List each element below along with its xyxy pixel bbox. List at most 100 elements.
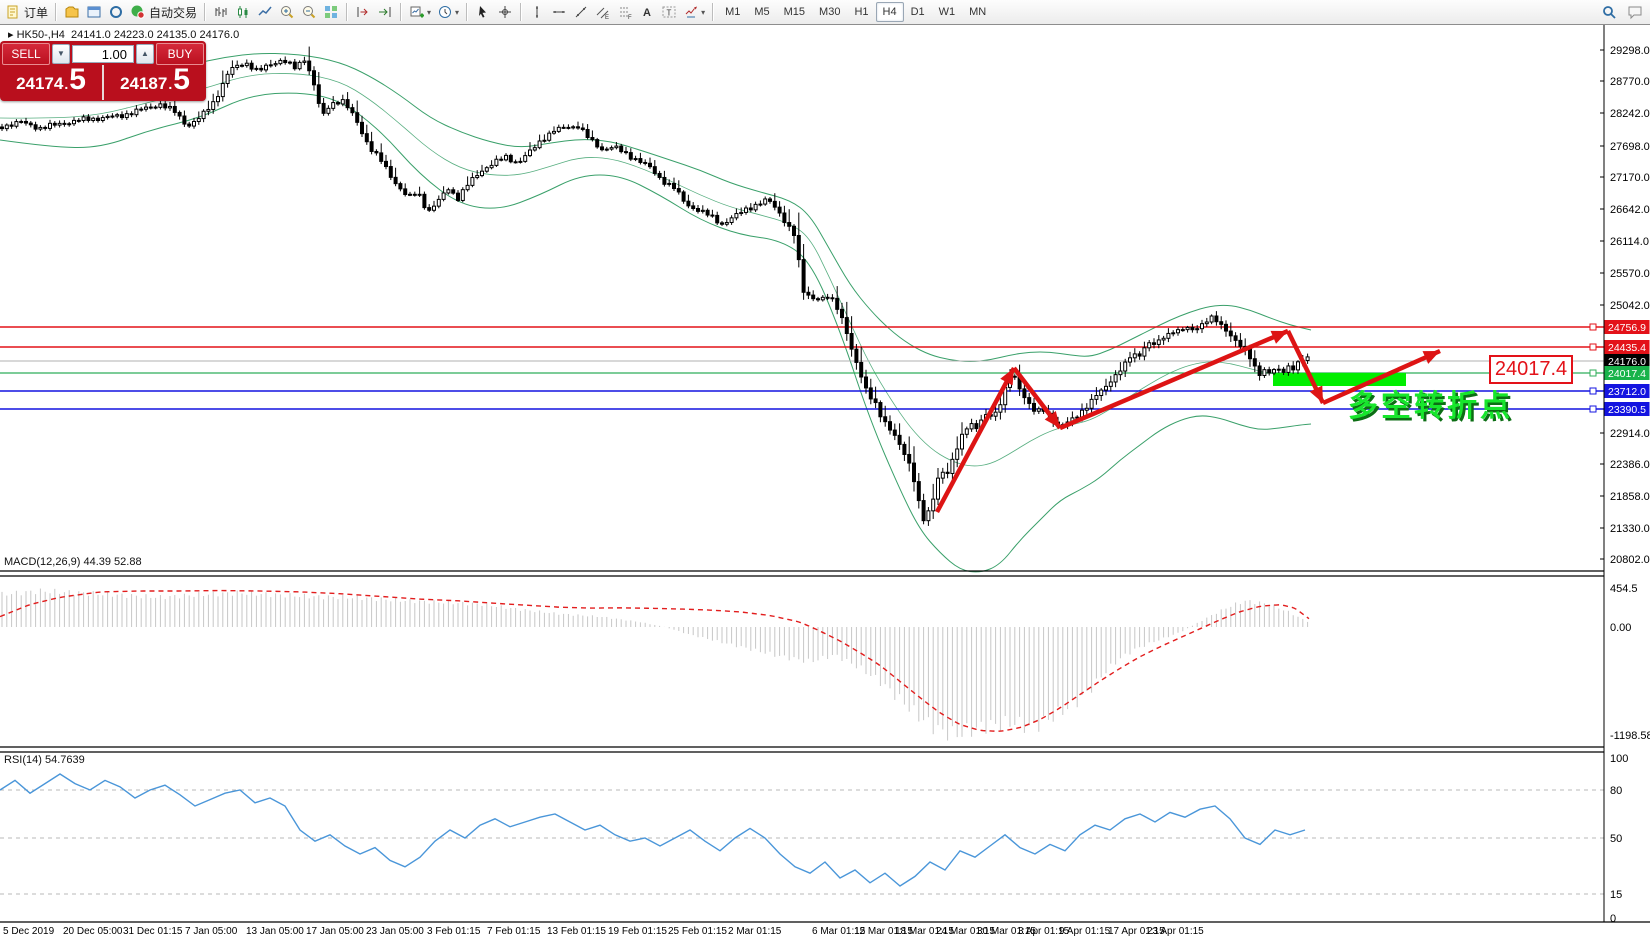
arrows-button[interactable]: ▾ — [680, 2, 708, 23]
crosshair-button[interactable] — [494, 2, 516, 23]
sell-price-main: 24174 — [16, 74, 64, 93]
candlestick-chart-button[interactable] — [232, 2, 254, 23]
profiles-button[interactable] — [61, 2, 83, 23]
channel-button[interactable]: E — [592, 2, 614, 23]
candlesticks — [0, 46, 1310, 526]
line-chart-icon — [257, 4, 273, 20]
chevron-down-icon: ▾ — [701, 7, 706, 17]
toolbar-separator — [520, 3, 523, 21]
price-badge-label: 23390.5 — [1608, 404, 1646, 416]
toolbar-separator — [204, 3, 207, 21]
price-tick-label: 25042.0 — [1610, 300, 1650, 312]
timeframe-button-h4[interactable]: H4 — [875, 2, 904, 22]
date-tick-label: 20 Dec 05:00 — [63, 926, 123, 937]
tile-windows-button[interactable] — [320, 2, 342, 23]
market-watch-button[interactable] — [83, 2, 105, 23]
rsi-axis-label: 100 — [1610, 753, 1628, 765]
trendline-icon — [573, 4, 589, 20]
zoom-in-icon — [279, 4, 295, 20]
rsi-panel[interactable]: 100 80 50 15 0 — [0, 753, 1628, 925]
chart-canvas[interactable]: 29298.0 28770.0 28242.0 27698.0 27170.0 26642… — [0, 25, 1650, 944]
date-tick-label: 7 Jan 05:00 — [185, 926, 238, 937]
price-tick-label: 28770.0 — [1610, 76, 1650, 88]
timeframe-button-w1[interactable]: W1 — [932, 2, 963, 22]
timeframe-button-m15[interactable]: M15 — [777, 2, 812, 22]
line-anchor-square — [1589, 369, 1597, 377]
sell-price[interactable]: 24174. 5 — [0, 65, 104, 100]
text-icon: A — [639, 4, 655, 20]
trendline-button[interactable] — [570, 2, 592, 23]
buy-button[interactable]: BUY — [156, 42, 204, 65]
volume-input[interactable]: 1.00 — [72, 44, 134, 63]
rsi-axis-label: 50 — [1610, 833, 1622, 845]
autotrading-button[interactable]: 自动交易 — [127, 2, 200, 23]
date-tick-label: 19 Feb 01:15 — [608, 926, 667, 937]
price-badge-label: 23712.0 — [1608, 386, 1646, 398]
trade-panel-prices: 24174. 5 24187. 5 — [0, 65, 206, 100]
shift-chart-button[interactable] — [352, 2, 374, 23]
macd-indicator-label: MACD(12,26,9) 44.39 52.88 — [4, 556, 142, 568]
line-chart-button[interactable] — [254, 2, 276, 23]
rsi-indicator-label: RSI(14) 54.7639 — [4, 754, 85, 766]
vertical-line-button[interactable] — [526, 2, 548, 23]
toolbar-item-label: 自动交易 — [149, 5, 198, 20]
macd-signal-line — [0, 589, 1310, 732]
toolbar-item-label: 订单 — [24, 5, 49, 20]
zoom-out-button[interactable] — [298, 2, 320, 23]
text-button[interactable]: A — [636, 2, 658, 23]
cursor-button[interactable] — [472, 2, 494, 23]
price-callout-box: 24017.4 — [1489, 355, 1573, 384]
volume-increase-button[interactable]: ▲ — [136, 43, 154, 64]
autotrading-icon — [130, 4, 146, 20]
date-tick-label: 23 Apr 01:15 — [1147, 926, 1204, 937]
sell-button[interactable]: SELL — [2, 42, 50, 65]
text-label-button[interactable]: T — [658, 2, 680, 23]
zoom-in-button[interactable] — [276, 2, 298, 23]
macd-panel[interactable]: 454.5 0.00 -1198.58 — [0, 583, 1650, 742]
periods-button[interactable]: ▾ — [434, 2, 462, 23]
timeframe-button-mn[interactable]: MN — [962, 2, 993, 22]
sell-price-frac: 5 — [69, 63, 86, 96]
profiles-icon — [64, 4, 80, 20]
toolbar-separator — [712, 3, 715, 21]
fibonacci-button[interactable]: F — [614, 2, 636, 23]
time-axis[interactable]: 5 Dec 2019 20 Dec 05:00 31 Dec 01:15 7 Jan … — [3, 926, 1204, 937]
horizontal-line-button[interactable] — [548, 2, 570, 23]
timeframe-button-m1[interactable]: M1 — [718, 2, 747, 22]
date-tick-label: 3 Feb 01:15 — [427, 926, 481, 937]
rsi-axis-label: 80 — [1610, 785, 1622, 797]
line-anchor-square — [1589, 387, 1597, 395]
buy-price[interactable]: 24187. 5 — [104, 65, 206, 100]
buy-price-point: . — [168, 76, 173, 92]
market-watch-icon — [86, 4, 102, 20]
price-tick-label: 21330.0 — [1610, 523, 1650, 535]
new-order-button[interactable]: 订单 — [2, 2, 51, 23]
search-icon[interactable] — [1598, 2, 1620, 23]
rsi-line — [0, 773, 1306, 887]
toolbar-separator — [400, 3, 403, 21]
volume-decrease-button[interactable]: ▼ — [52, 43, 70, 64]
chat-icon[interactable] — [1624, 2, 1646, 23]
timeframe-button-d1[interactable]: D1 — [904, 2, 932, 22]
new-chart-button[interactable]: ▾ — [406, 2, 434, 23]
auto-scroll-icon — [377, 4, 393, 20]
line-anchor-square — [1589, 343, 1597, 351]
timeframe-button-m30[interactable]: M30 — [812, 2, 847, 22]
price-tick-label: 20802.0 — [1610, 554, 1650, 566]
data-window-icon — [108, 4, 124, 20]
date-tick-label: 13 Jan 05:00 — [246, 926, 304, 937]
data-window-button[interactable] — [105, 2, 127, 23]
timeframe-button-m5[interactable]: M5 — [747, 2, 776, 22]
date-tick-label: 13 Feb 01:15 — [547, 926, 606, 937]
auto-scroll-button[interactable] — [374, 2, 396, 23]
price-tick-label: 22914.0 — [1610, 428, 1650, 440]
bar-chart-button[interactable] — [210, 2, 232, 23]
fibonacci-icon: F — [617, 4, 633, 20]
toolbar-separator — [466, 3, 469, 21]
timeframe-button-h1[interactable]: H1 — [847, 2, 875, 22]
price-axis[interactable]: 29298.0 28770.0 28242.0 27698.0 27170.0 26642… — [1600, 45, 1650, 566]
text-label-icon: T — [661, 4, 677, 20]
toolbar: 订单 自动交易 ▾ ▾ E F A T ▾ M1 M5 M15 M30 H1 H4 D1 W1 MN — [0, 0, 1650, 25]
svg-text:E: E — [605, 15, 609, 20]
macd-axis-label: -1198.58 — [1610, 730, 1650, 742]
